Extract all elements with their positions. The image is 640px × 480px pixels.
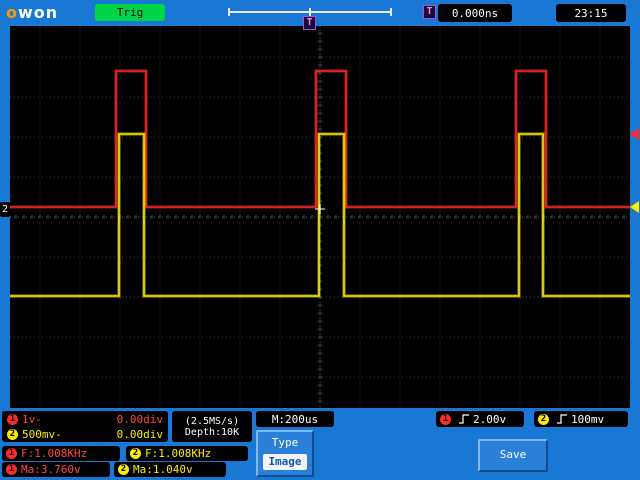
ch1-max-value: Ma:3.760v bbox=[21, 463, 81, 476]
save-button[interactable]: Save bbox=[478, 439, 548, 472]
ch1-trigger-readout: 1 2.00v bbox=[436, 411, 524, 427]
ch1-scale: 1v- bbox=[22, 412, 42, 426]
ch1-trigger-badge: 1 bbox=[440, 413, 451, 425]
owon-logo: owon bbox=[6, 3, 58, 22]
channel2-position-marker: 2 bbox=[0, 202, 10, 217]
owon-logo-o: o bbox=[6, 3, 18, 22]
ch2-max-badge: 2 bbox=[118, 464, 129, 475]
ch1-badge: 1 bbox=[7, 413, 18, 425]
ch2-trigger-badge: 2 bbox=[538, 413, 549, 425]
rising-edge-icon bbox=[459, 414, 469, 424]
rising-edge-icon bbox=[557, 414, 567, 424]
ch2-trigger-readout: 2 100mv bbox=[534, 411, 628, 427]
ch1-position: 0.00div bbox=[116, 412, 163, 426]
channel-info-box: 1 1v- 0.00div 2 500mv- 0.00div bbox=[2, 411, 168, 442]
bottom-status-bar: 1 1v- 0.00div 2 500mv- 0.00div (2.5MS/s)… bbox=[0, 408, 640, 480]
timebase-readout: M:200us bbox=[256, 411, 334, 427]
ch2-badge: 2 bbox=[7, 428, 18, 440]
oscilloscope-screen: owon Trig T 0.000ns 23:15 T 2 1 1v- 0.00… bbox=[0, 0, 640, 480]
top-status-bar: owon Trig T 0.000ns 23:15 bbox=[0, 0, 640, 26]
memory-depth: Depth:10K bbox=[184, 426, 240, 438]
ch1-info-row: 1 1v- 0.00div bbox=[7, 412, 163, 427]
ch1-measure-badge: 1 bbox=[6, 448, 17, 459]
ch2-scale: 500mv- bbox=[22, 427, 62, 441]
ch2-trigger-level: 100mv bbox=[571, 412, 605, 426]
owon-logo-rest: won bbox=[18, 3, 59, 22]
trigger-time-readout: 0.000ns bbox=[438, 4, 512, 22]
ch1-max-measure: 1 Ma:3.760v bbox=[2, 462, 110, 477]
trigger-bar-left-cap bbox=[228, 8, 230, 16]
ch2-position: 0.00div bbox=[116, 427, 163, 441]
ch1-trigger-level: 2.00v bbox=[473, 412, 507, 426]
ch2-info-row: 2 500mv- 0.00div bbox=[7, 427, 163, 442]
ch1-frequency-value: F:1.008KHz bbox=[21, 447, 88, 460]
ch2-measure-badge: 2 bbox=[130, 448, 141, 459]
sample-rate: (2.5MS/s) bbox=[184, 415, 240, 427]
waveform-svg bbox=[10, 26, 630, 408]
ch2-frequency-measure: 2 F:1.008KHz bbox=[126, 446, 248, 461]
ch2-max-value: Ma:1.040v bbox=[133, 463, 193, 476]
waveform-display bbox=[10, 26, 630, 408]
trigger-bar-right-cap bbox=[390, 8, 392, 16]
acquire-info-box: (2.5MS/s) Depth:10K bbox=[172, 411, 252, 442]
clock-readout: 23:15 bbox=[556, 4, 626, 22]
ch2-trigger-level-marker bbox=[630, 201, 639, 213]
type-softkey-label: Type bbox=[271, 436, 299, 449]
type-softkey-button[interactable]: Type Image bbox=[256, 430, 314, 477]
trigger-status-badge: Trig bbox=[95, 4, 165, 21]
trigger-bar-center-tick bbox=[309, 8, 311, 16]
ch1-max-badge: 1 bbox=[6, 464, 17, 475]
trigger-position-t-marker: T bbox=[303, 16, 316, 30]
ch2-frequency-value: F:1.008KHz bbox=[145, 447, 212, 460]
ch2-max-measure: 2 Ma:1.040v bbox=[114, 462, 226, 477]
ch1-trigger-level-marker bbox=[630, 128, 639, 140]
trigger-time-icon: T bbox=[423, 5, 436, 19]
ch1-frequency-measure: 1 F:1.008KHz bbox=[2, 446, 120, 461]
type-softkey-value[interactable]: Image bbox=[263, 454, 307, 470]
